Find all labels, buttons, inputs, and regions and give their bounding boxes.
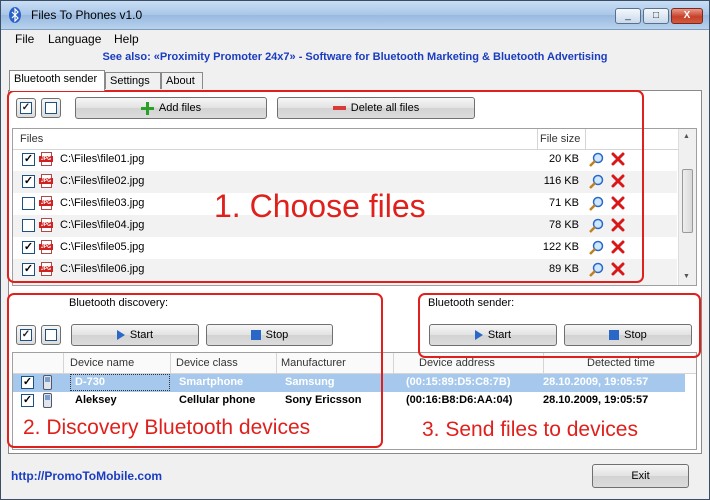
- close-button[interactable]: X: [671, 8, 703, 24]
- annotation-discovery: 2. Discovery Bluetooth devices: [23, 416, 311, 439]
- minimize-button[interactable]: _: [615, 8, 641, 24]
- window-title: Files To Phones v1.0: [31, 8, 143, 22]
- annotation-box-choose-files: [7, 90, 644, 283]
- column-header-device-address: Device address: [419, 357, 495, 369]
- tab-about[interactable]: About: [161, 72, 203, 89]
- bluetooth-icon: [9, 7, 21, 23]
- device-detected-time: 28.10.2009, 19:05:57: [543, 376, 649, 388]
- menu-language[interactable]: Language: [48, 32, 101, 46]
- scroll-down-arrow-icon[interactable]: ▼: [683, 273, 690, 280]
- menu-bar: File Language Help: [1, 30, 709, 48]
- annotation-send: 3. Send files to devices: [422, 418, 638, 441]
- title-bar[interactable]: Files To Phones v1.0 _ □ X: [1, 1, 709, 30]
- app-window: Files To Phones v1.0 _ □ X File Language…: [0, 0, 710, 500]
- column-header-detected-time: Detected time: [587, 357, 655, 369]
- see-also-link[interactable]: See also: «Proximity Promoter 24x7» - So…: [1, 51, 709, 63]
- annotation-choose-files: 1. Choose files: [214, 188, 426, 224]
- annotation-box-sender: [418, 293, 701, 358]
- menu-help[interactable]: Help: [114, 32, 139, 46]
- menu-file[interactable]: File: [15, 32, 34, 46]
- files-scrollbar[interactable]: ▲ ▼: [678, 129, 696, 285]
- exit-button[interactable]: Exit: [592, 464, 689, 488]
- tab-bluetooth-sender[interactable]: Bluetooth sender: [9, 70, 105, 91]
- scroll-up-arrow-icon[interactable]: ▲: [683, 133, 690, 140]
- device-address: (00:15:89:D5:C8:7B): [406, 376, 511, 388]
- device-address: (00:16:B8:D6:AA:04): [406, 394, 513, 406]
- maximize-button[interactable]: □: [643, 8, 669, 24]
- files-scrollbar-thumb[interactable]: [682, 169, 693, 233]
- website-link[interactable]: http://PromoToMobile.com: [11, 469, 162, 483]
- exit-label: Exit: [631, 470, 650, 482]
- device-detected-time: 28.10.2009, 19:05:57: [543, 394, 649, 406]
- tab-settings[interactable]: Settings: [105, 72, 161, 89]
